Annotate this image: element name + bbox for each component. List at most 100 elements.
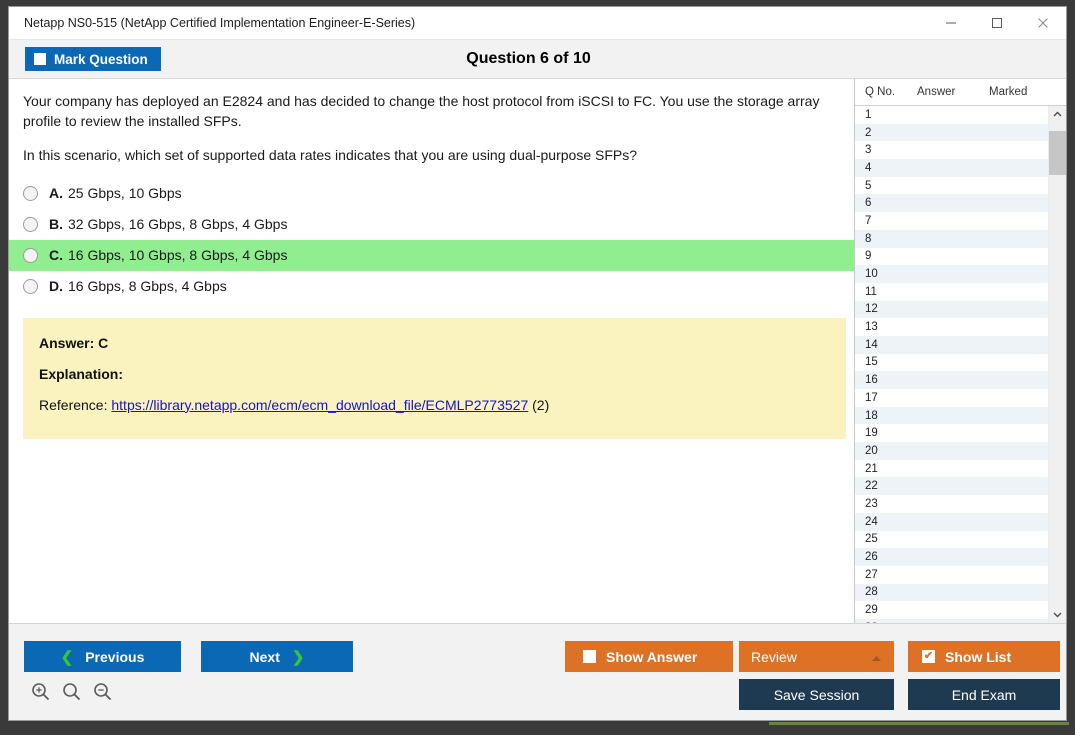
table-row[interactable]: 22 xyxy=(855,477,1048,496)
table-row[interactable]: 10 xyxy=(855,265,1048,283)
table-row[interactable]: 18 xyxy=(855,406,1048,425)
table-row[interactable]: 16 xyxy=(855,371,1048,389)
cell-question-number: 3 xyxy=(865,144,872,157)
reference-link[interactable]: https://library.netapp.com/ecm/ecm_downl… xyxy=(111,397,528,413)
scroll-down-icon[interactable] xyxy=(1049,606,1066,623)
cell-question-number: 1 xyxy=(865,108,872,121)
answer-option-b[interactable]: B. 32 Gbps, 16 Gbps, 8 Gbps, 4 Gbps xyxy=(9,209,854,240)
table-row[interactable]: 14 xyxy=(855,335,1048,354)
option-radio[interactable] xyxy=(23,185,38,201)
exam-window: Netapp NS0-515 (NetApp Certified Impleme… xyxy=(8,6,1069,725)
table-row[interactable]: 25 xyxy=(855,531,1048,549)
explanation-label: Explanation: xyxy=(39,365,124,382)
column-header-qno: Q No. xyxy=(865,86,896,98)
table-row[interactable]: 24 xyxy=(855,512,1048,531)
table-row[interactable]: 12 xyxy=(855,300,1048,319)
cell-question-number: 13 xyxy=(865,321,878,334)
table-row[interactable]: 7 xyxy=(855,212,1048,230)
mark-question-checkbox[interactable] xyxy=(34,53,46,65)
bottom-accent-line xyxy=(769,722,1069,725)
table-row[interactable]: 11 xyxy=(855,283,1048,301)
cell-question-number: 28 xyxy=(865,586,878,599)
table-row[interactable]: 26 xyxy=(855,548,1048,566)
show-answer-button[interactable]: Show Answer xyxy=(565,641,733,672)
table-row[interactable]: 5 xyxy=(855,177,1048,195)
zoom-in-icon[interactable] xyxy=(31,682,50,701)
cell-question-number: 12 xyxy=(865,303,878,316)
cell-question-number: 6 xyxy=(865,197,872,210)
show-list-checkbox[interactable]: ✔ xyxy=(922,650,935,663)
scroll-up-icon[interactable] xyxy=(1049,106,1066,123)
cell-question-number: 4 xyxy=(865,161,872,174)
question-list-header: Q No. Answer Marked xyxy=(855,79,1066,106)
cell-question-number: 2 xyxy=(865,126,872,139)
cell-question-number: 25 xyxy=(865,533,878,546)
table-row[interactable]: 3 xyxy=(855,141,1048,159)
cell-question-number: 8 xyxy=(865,232,872,245)
option-radio[interactable] xyxy=(23,278,38,294)
save-session-label: Save Session xyxy=(773,686,860,703)
table-row[interactable]: 21 xyxy=(855,460,1048,478)
option-letter: A. xyxy=(49,185,63,202)
option-radio[interactable] xyxy=(23,247,38,263)
reference-prefix: Reference: xyxy=(39,396,112,413)
show-list-button[interactable]: ✔ Show List xyxy=(908,641,1060,672)
table-row[interactable]: 6 xyxy=(855,194,1048,213)
option-letter: B. xyxy=(49,216,63,233)
table-row[interactable]: 19 xyxy=(855,424,1048,442)
close-icon[interactable] xyxy=(1020,7,1066,39)
cell-question-number: 20 xyxy=(865,444,878,457)
next-button-label: Next xyxy=(249,648,280,665)
question-list-scrollbar[interactable] xyxy=(1048,106,1066,623)
table-row[interactable]: 23 xyxy=(855,495,1048,513)
table-row[interactable]: 13 xyxy=(855,318,1048,336)
table-row[interactable]: 29 xyxy=(855,601,1048,619)
show-answer-checkbox[interactable] xyxy=(583,650,596,663)
zoom-reset-icon[interactable] xyxy=(62,682,81,701)
cell-question-number: 16 xyxy=(865,374,878,387)
question-list-panel: Q No. Answer Marked 1 2 3 4 5 6 7 8 9 10 11 12 13 14 1… xyxy=(854,79,1066,623)
cell-question-number: 24 xyxy=(865,515,878,528)
table-row[interactable]: 1 xyxy=(855,106,1048,124)
answer-option-d[interactable]: D. 16 Gbps, 8 Gbps, 4 Gbps xyxy=(9,271,854,302)
table-row[interactable]: 8 xyxy=(855,229,1048,248)
answer-label: Answer: C xyxy=(39,334,109,351)
zoom-out-icon[interactable] xyxy=(93,682,112,701)
review-dropdown[interactable]: Review xyxy=(739,641,894,672)
question-list-scroll-area: 1 2 3 4 5 6 7 8 9 10 11 12 13 14 15 16 17 18 19 20 21 22 23 24 2… xyxy=(855,106,1066,623)
table-row[interactable]: 20 xyxy=(855,442,1048,460)
window-controls xyxy=(928,7,1066,39)
answer-option-c[interactable]: C. 16 Gbps, 10 Gbps, 8 Gbps, 4 Gbps xyxy=(9,239,854,271)
cell-question-number: 10 xyxy=(865,268,878,281)
cell-question-number: 14 xyxy=(865,338,878,351)
end-exam-label: End Exam xyxy=(951,686,1017,703)
table-row[interactable]: 17 xyxy=(855,389,1048,407)
table-row[interactable]: 15 xyxy=(855,354,1048,372)
window-title: Netapp NS0-515 (NetApp Certified Impleme… xyxy=(24,16,416,30)
table-row[interactable]: 2 xyxy=(855,123,1048,142)
next-button[interactable]: Next ❯ xyxy=(201,641,353,672)
option-radio[interactable] xyxy=(23,216,38,232)
cell-question-number: 5 xyxy=(865,179,872,192)
table-row[interactable]: 27 xyxy=(855,566,1048,584)
save-session-button[interactable]: Save Session xyxy=(739,679,894,710)
cell-question-number: 11 xyxy=(865,285,877,298)
minimize-icon[interactable] xyxy=(928,7,974,39)
maximize-icon[interactable] xyxy=(974,7,1020,39)
mark-question-button[interactable]: Mark Question xyxy=(25,47,161,71)
table-row[interactable]: 28 xyxy=(855,583,1048,602)
chevron-up-icon xyxy=(871,649,882,665)
scrollbar-thumb[interactable] xyxy=(1049,131,1066,175)
table-row[interactable]: 9 xyxy=(855,248,1048,266)
answer-explanation-box: Answer: C Explanation: Reference: https:… xyxy=(23,317,846,439)
table-row[interactable]: 4 xyxy=(855,159,1048,177)
cell-question-number: 29 xyxy=(865,604,878,617)
question-pane: Your company has deployed an E2824 and h… xyxy=(9,79,854,623)
end-exam-button[interactable]: End Exam xyxy=(908,679,1060,710)
answer-option-a[interactable]: A. 25 Gbps, 10 Gbps xyxy=(9,178,854,209)
question-list-rows: 1 2 3 4 5 6 7 8 9 10 11 12 13 14 15 16 17 18 19 20 21 22 23 24 2… xyxy=(855,106,1048,623)
cell-question-number: 9 xyxy=(865,250,872,263)
option-letter: C. xyxy=(49,247,63,264)
previous-button[interactable]: ❮ Previous xyxy=(24,641,181,672)
scrollbar-track[interactable] xyxy=(1049,123,1066,606)
